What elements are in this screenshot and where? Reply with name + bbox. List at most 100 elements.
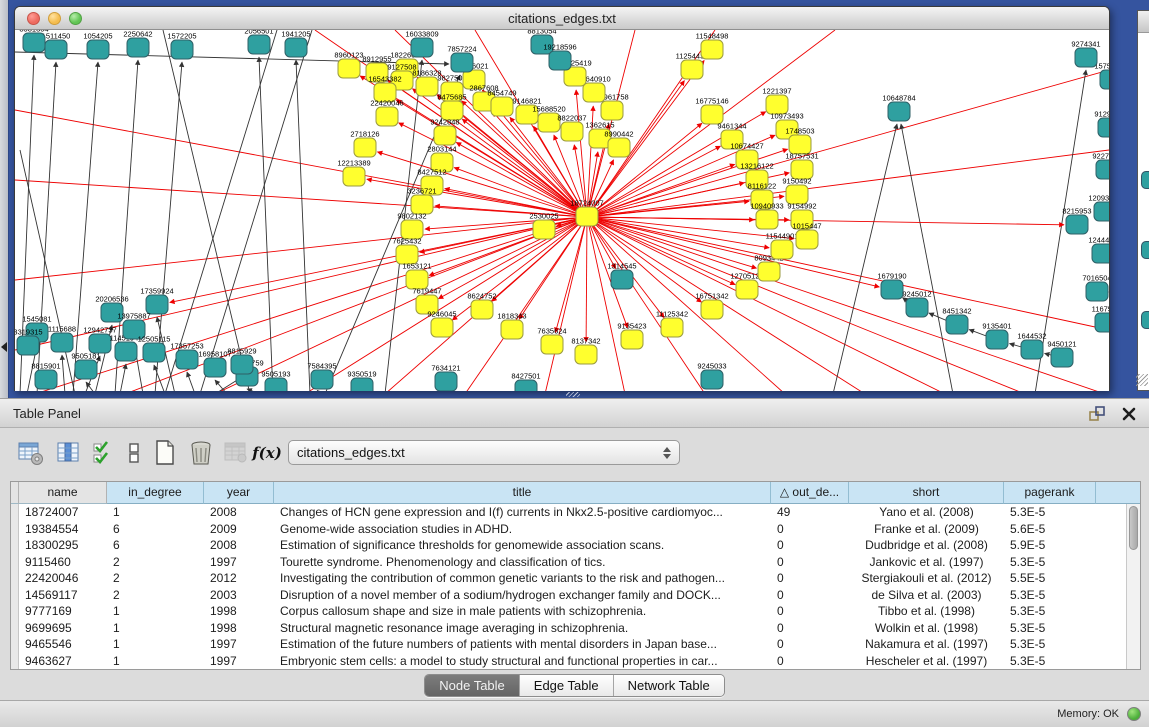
graph-node[interactable] [285,38,307,57]
graph-node[interactable] [881,280,903,299]
table-row[interactable]: 1938455462009Genome-wide association stu… [19,521,1140,538]
graph-node[interactable] [661,318,683,337]
float-panel-button[interactable] [1087,404,1107,424]
graph-node[interactable] [45,40,67,59]
graph-node[interactable] [1098,118,1109,137]
graph-node[interactable] [701,300,723,319]
table-row[interactable]: 969969511998Structural magnetic resonanc… [19,620,1140,637]
graph-node[interactable] [351,378,373,391]
network-window-titlebar[interactable]: citations_edges.txt [15,7,1109,30]
graph-node[interactable] [701,40,723,59]
graph-node[interactable] [576,207,598,226]
graph-node[interactable] [756,210,778,229]
graph-node[interactable] [491,97,513,116]
graph-node[interactable] [127,38,149,57]
column-header-out_de[interactable]: △ out_de... [771,482,849,504]
graph-node[interactable] [204,358,226,377]
table-row[interactable]: 1872400712008Changes of HCN gene express… [19,504,1140,521]
table-row[interactable]: 1456911722003Disruption of a novel membe… [19,587,1140,604]
column-header-short[interactable]: short [849,482,1004,504]
collapse-panel-arrow-icon[interactable] [1,342,7,352]
create-column-button[interactable] [150,437,180,469]
graph-node[interactable] [736,280,758,299]
graph-node[interactable] [143,343,165,362]
graph-node[interactable] [311,370,333,389]
table-row[interactable]: 2242004622012Investigating the contribut… [19,570,1140,587]
delete-columns-button[interactable] [186,437,216,469]
deselect-all-button[interactable] [120,437,150,469]
graph-node[interactable] [608,138,630,157]
graph-node[interactable] [354,138,376,157]
graph-node[interactable] [621,330,643,349]
graph-node[interactable] [376,107,398,126]
graph-node[interactable] [583,83,605,102]
graph-node[interactable] [1094,202,1109,221]
graph-node[interactable] [1096,160,1109,179]
graph-node[interactable] [561,122,583,141]
graph-node[interactable] [176,350,198,369]
graph-node[interactable] [35,370,57,389]
graph-node[interactable] [946,315,968,334]
select-all-button[interactable] [90,437,120,469]
graph-node[interactable] [75,360,97,379]
graph-node[interactable] [171,40,193,59]
graph-node[interactable] [888,102,910,121]
close-panel-button[interactable] [1119,404,1139,424]
tab-network-table[interactable]: Network Table [614,675,724,696]
graph-node[interactable] [681,60,703,79]
scrollbar-thumb[interactable] [1129,506,1138,550]
table-vertical-scrollbar[interactable] [1126,504,1140,669]
graph-node[interactable] [515,380,537,391]
graph-node[interactable] [906,298,928,317]
split-pane-grip[interactable] [566,392,580,397]
graph-node[interactable] [541,335,563,354]
show-columns-button[interactable] [54,437,84,469]
graph-node[interactable] [1092,244,1109,263]
graph-node[interactable] [434,126,456,145]
column-header-in_degree[interactable]: in_degree [107,482,204,504]
graph-node[interactable] [1095,313,1109,332]
graph-node[interactable] [1086,282,1108,301]
graph-node[interactable] [701,370,723,389]
graph-node[interactable] [115,342,137,361]
table-row[interactable]: 911546021997Tourette syndrome. Phenomeno… [19,554,1140,571]
graph-node[interactable] [1051,348,1073,367]
table-row[interactable]: 946554611997Estimation of the future num… [19,636,1140,653]
graph-node[interactable] [575,345,597,364]
graph-node[interactable] [23,33,45,52]
column-header-year[interactable]: year [204,482,274,504]
graph-node[interactable] [533,220,555,239]
graph-node[interactable] [87,40,109,59]
graph-node[interactable] [549,51,571,70]
graph-node[interactable] [1100,70,1109,89]
memory-status-indicator[interactable] [1127,707,1141,721]
delete-table-button[interactable] [222,437,252,469]
network-canvas[interactable]: 1872400718226058891295589601239127508165… [15,30,1109,391]
graph-node[interactable] [338,59,360,78]
graph-node[interactable] [1075,48,1097,67]
graph-node[interactable] [1021,340,1043,359]
graph-node[interactable] [343,167,365,186]
graph-node[interactable] [501,320,523,339]
graph-node[interactable] [435,372,457,391]
graph-node[interactable] [1066,215,1088,234]
table-row[interactable]: 977716911998Corpus callosum shape and si… [19,603,1140,620]
graph-node[interactable] [17,336,39,355]
graph-node[interactable] [601,101,623,120]
graph-node[interactable] [411,38,433,57]
column-header-title[interactable]: title [274,482,771,504]
graph-node[interactable] [986,330,1008,349]
graph-node[interactable] [265,378,287,391]
graph-node[interactable] [89,334,111,353]
table-chooser-dropdown[interactable]: citations_edges.txt [288,440,680,465]
graph-node[interactable] [51,333,73,352]
column-header-pagerank[interactable]: pagerank [1004,482,1096,504]
resize-grip-icon[interactable] [1136,374,1148,386]
table-mode-button[interactable] [16,437,46,469]
graph-node[interactable] [431,318,453,337]
graph-node[interactable] [771,240,793,259]
column-header-name[interactable]: name [19,482,107,504]
graph-node[interactable] [416,77,438,96]
graph-node[interactable] [451,53,473,72]
graph-node[interactable] [611,270,633,289]
